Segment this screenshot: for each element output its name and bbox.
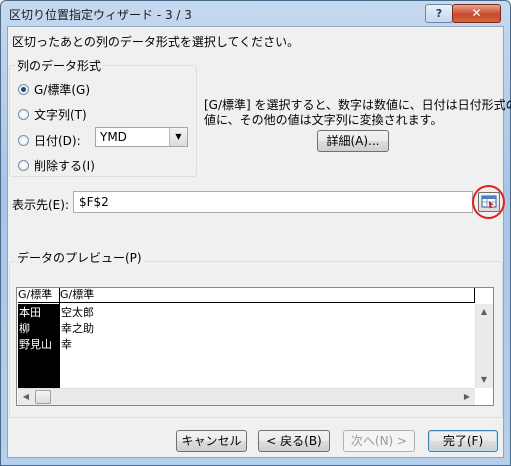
data-preview[interactable]: G/標準 G/標準 本田 空太郎 柳 幸之助 野見山 幸 ▲ ▼ ◀ ▶ (16, 287, 494, 406)
radio-skip[interactable]: 削除する(I) (18, 157, 95, 174)
radio-general-label: G/標準(G) (34, 83, 91, 97)
description-line-2: 値に、その他の値は文字列に変換されます。 (204, 113, 443, 127)
preview-cell: 野見山 (19, 338, 52, 351)
date-format-select[interactable]: YMD ▼ (95, 127, 188, 147)
next-button[interactable]: 次へ(N) > (343, 430, 415, 452)
scroll-down-icon[interactable]: ▼ (476, 372, 492, 388)
destination-value: $F$2 (79, 195, 109, 209)
radio-date[interactable]: 日付(D): (18, 132, 81, 149)
preview-cell: 空太郎 (61, 306, 94, 319)
back-button[interactable]: < 戻る(B) (258, 430, 330, 452)
radio-general[interactable]: G/標準(G) (18, 81, 90, 98)
help-button[interactable]: ? (425, 4, 453, 23)
vertical-scrollbar[interactable]: ▲ ▼ (475, 304, 493, 388)
scroll-up-icon[interactable]: ▲ (476, 304, 492, 320)
close-button[interactable]: ✕ (452, 4, 501, 23)
radio-skip-label: 削除する(I) (34, 159, 95, 173)
preview-cell: 幸 (61, 338, 72, 351)
advanced-button[interactable]: 詳細(A)... (317, 130, 389, 152)
preview-cell: 本田 (19, 306, 41, 319)
chevron-down-icon[interactable]: ▼ (169, 128, 187, 146)
scroll-left-icon[interactable]: ◀ (18, 389, 34, 405)
date-format-value: YMD (100, 130, 127, 144)
radio-date-indicator[interactable] (18, 135, 29, 146)
radio-text-indicator[interactable] (18, 109, 29, 120)
horizontal-scrollbar[interactable]: ◀ ▶ (18, 388, 475, 405)
format-group-title: 列のデータ形式 (15, 57, 104, 74)
preview-cell: 柳 (19, 322, 30, 335)
radio-general-indicator[interactable] (18, 84, 29, 95)
radio-date-label: 日付(D): (34, 134, 81, 148)
radio-text[interactable]: 文字列(T) (18, 106, 87, 123)
destination-label: 表示先(E): (12, 198, 69, 212)
finish-button[interactable]: 完了(F) (428, 430, 498, 452)
radio-skip-indicator[interactable] (18, 160, 29, 171)
scroll-right-icon[interactable]: ▶ (459, 389, 475, 405)
preview-group-title: データのプレビュー(P) (15, 249, 144, 266)
preview-cell: 幸之助 (61, 322, 94, 335)
radio-text-label: 文字列(T) (34, 108, 87, 122)
column-header-2[interactable]: G/標準 (60, 288, 475, 303)
destination-input[interactable]: $F$2 (73, 191, 473, 213)
title-bar[interactable]: 区切り位置指定ウィザード - 3 / 3 ? ✕ (1, 1, 508, 25)
window-title: 区切り位置指定ウィザード - 3 / 3 (9, 8, 192, 22)
highlight-circle (472, 185, 505, 219)
column-header-1[interactable]: G/標準 (18, 288, 60, 303)
cancel-button[interactable]: キャンセル (176, 430, 247, 452)
instruction-text: 区切ったあとの列のデータ形式を選択してください。 (12, 35, 300, 49)
horizontal-scroll-thumb[interactable] (35, 390, 51, 404)
